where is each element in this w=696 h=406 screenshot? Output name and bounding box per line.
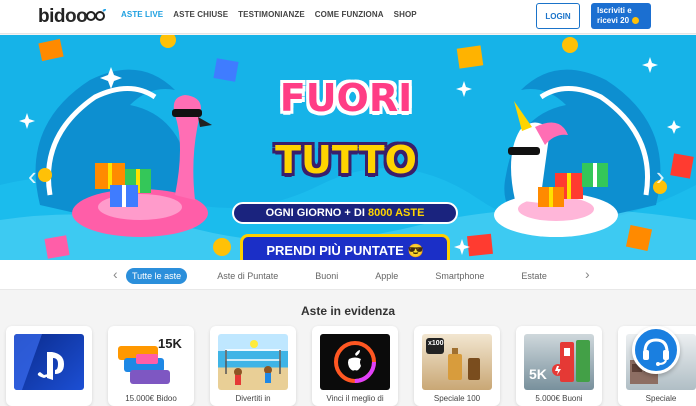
category-scroll: Tutte le aste Aste di Puntate Buoni Appl… xyxy=(120,260,580,290)
banner-subtitle: OGNI GIORNO + DI 8000 ASTE xyxy=(232,202,458,224)
banner-headline-fuori: FUORI xyxy=(279,76,413,120)
banner-next-arrow[interactable]: › xyxy=(656,161,665,192)
category-next-arrow[interactable]: › xyxy=(585,266,590,282)
nav-come-funziona[interactable]: COME FUNZIONA xyxy=(315,10,384,19)
playstation-logo-icon xyxy=(14,334,64,390)
category-prev-arrow[interactable]: ‹ xyxy=(113,266,118,282)
auction-card[interactable]: 5K 5.000€ Buoni xyxy=(516,326,602,406)
support-chat-button[interactable] xyxy=(632,326,680,374)
top-navbar: bidoo ASTE LIVE ASTE CHIUSE TESTIMONIANZ… xyxy=(0,0,696,34)
nav-aste-live[interactable]: ASTE LIVE xyxy=(121,10,163,19)
card-title: Vinci il meglio di xyxy=(326,394,384,403)
card-title: Speciale xyxy=(645,394,677,403)
category-smartphone[interactable]: Smartphone xyxy=(435,271,484,281)
playstation-image xyxy=(14,334,84,390)
banner-prev-arrow[interactable]: ‹ xyxy=(28,161,37,192)
nav-shop[interactable]: SHOP xyxy=(394,10,417,19)
category-aste-di-puntate[interactable]: Aste di Puntate xyxy=(217,271,278,281)
category-bar: ‹ Tutte le aste Aste di Puntate Buoni Ap… xyxy=(0,260,696,290)
promo-banner[interactable]: ‹ › FUORI TUTTO OGNI GIORNO + DI 8000 AS… xyxy=(0,35,696,260)
logo-glasses-icon xyxy=(86,9,106,21)
apple-logo-icon xyxy=(334,341,376,383)
apple-image xyxy=(320,334,390,390)
banner-headline-tutto: TUTTO xyxy=(275,138,417,182)
signup-label-line1: Iscriviti e xyxy=(597,6,632,15)
category-estate[interactable]: Estate xyxy=(521,271,547,281)
fuel-pump-image: 5K xyxy=(524,334,594,390)
card-title: 5.000€ Buoni xyxy=(535,394,583,403)
nav-aste-chiuse[interactable]: ASTE CHIUSE xyxy=(173,10,228,19)
card-title: Speciale 100 xyxy=(433,394,481,403)
headset-icon xyxy=(643,338,669,366)
auction-card[interactable]: x100 Speciale 100 xyxy=(414,326,500,406)
nav-testimonianze[interactable]: TESTIMONIANZE xyxy=(238,10,305,19)
auction-card[interactable]: Divertiti in xyxy=(210,326,296,406)
card-title: Divertiti in xyxy=(235,394,271,403)
category-buoni[interactable]: Buoni xyxy=(315,271,338,281)
category-apple[interactable]: Apple xyxy=(375,271,398,281)
signup-label-line2: ricevi 20 xyxy=(597,16,630,25)
category-tutte-le-aste[interactable]: Tutte le aste xyxy=(126,268,188,284)
card-badge: x100 xyxy=(428,340,444,347)
auction-card[interactable]: 15K 15.000€ Bidoo xyxy=(108,326,194,406)
auction-card[interactable]: Vinci il meglio di xyxy=(312,326,398,406)
signup-button[interactable]: Iscriviti e ricevi 20 xyxy=(591,3,651,29)
banner-cta-button[interactable]: PRENDI PIÙ PUNTATE 😎 xyxy=(240,234,450,260)
coin-icon xyxy=(632,17,640,24)
card-badge: 15K xyxy=(158,336,182,351)
beach-volley-image xyxy=(218,334,288,390)
featured-carousel: 15K 15.000€ Bidoo Divertiti in Vinci il … xyxy=(6,326,696,406)
featured-section-title: Aste in evidenza xyxy=(300,304,396,318)
bidoo-logo[interactable]: bidoo xyxy=(38,6,88,28)
perfume-image: x100 xyxy=(422,334,492,390)
login-button[interactable]: LOGIN xyxy=(536,3,580,29)
auction-card[interactable] xyxy=(6,326,92,406)
bids-voucher-image: 15K xyxy=(116,334,186,390)
card-title: 15.000€ Bidoo xyxy=(125,394,177,403)
main-nav: ASTE LIVE ASTE CHIUSE TESTIMONIANZE COME… xyxy=(121,10,417,19)
card-badge: 5K xyxy=(529,366,547,382)
beach-volley-photo-icon xyxy=(225,340,281,385)
